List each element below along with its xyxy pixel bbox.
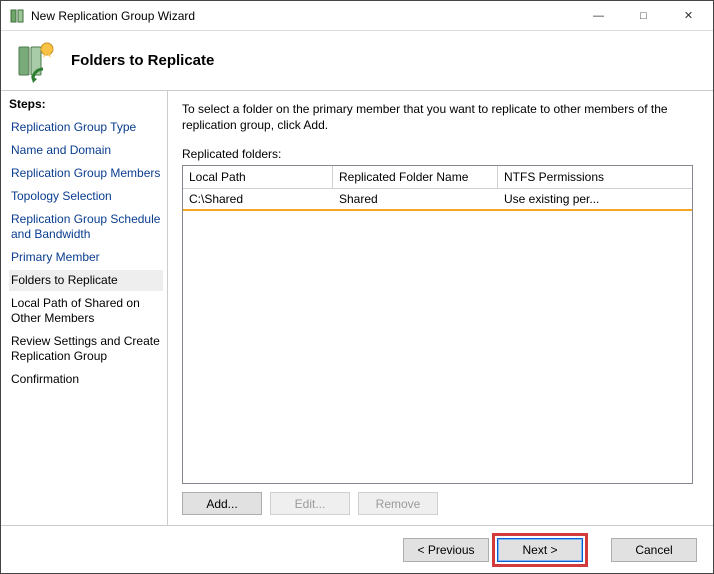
page-title: Folders to Replicate: [71, 52, 214, 69]
maximize-button[interactable]: □: [621, 2, 666, 30]
sidebar-step[interactable]: Replication Group Type: [9, 117, 163, 138]
remove-button: Remove: [358, 492, 438, 515]
cancel-button[interactable]: Cancel: [611, 538, 697, 562]
app-icon: [9, 8, 25, 24]
add-button[interactable]: Add...: [182, 492, 262, 515]
next-button[interactable]: Next >: [497, 538, 583, 562]
wizard-icon: [13, 39, 57, 83]
column-header-ntfs[interactable]: NTFS Permissions: [498, 166, 638, 188]
page-description: To select a folder on the primary member…: [182, 101, 693, 133]
list-label: Replicated folders:: [182, 147, 693, 161]
sidebar-step: Review Settings and Create Replication G…: [9, 331, 163, 367]
sidebar-step[interactable]: Replication Group Schedule and Bandwidth: [9, 209, 163, 245]
wizard-body: Steps: Replication Group TypeName and Do…: [1, 91, 713, 525]
sidebar-step[interactable]: Topology Selection: [9, 186, 163, 207]
titlebar: New Replication Group Wizard — □ ✕: [1, 1, 713, 31]
window-title: New Replication Group Wizard: [31, 9, 576, 23]
wizard-window: New Replication Group Wizard — □ ✕ Folde…: [0, 0, 714, 574]
cell-replicated-name: Shared: [333, 189, 498, 209]
sidebar-step: Confirmation: [9, 369, 163, 390]
replicated-folders-grid[interactable]: Local Path Replicated Folder Name NTFS P…: [182, 165, 693, 484]
sidebar-step[interactable]: Replication Group Members: [9, 163, 163, 184]
cell-ntfs: Use existing per...: [498, 189, 638, 209]
wizard-header: Folders to Replicate: [1, 31, 713, 91]
previous-button[interactable]: < Previous: [403, 538, 489, 562]
folder-buttons-row: Add... Edit... Remove: [182, 492, 693, 515]
edit-button: Edit...: [270, 492, 350, 515]
close-button[interactable]: ✕: [666, 2, 711, 30]
minimize-button[interactable]: —: [576, 2, 621, 30]
sidebar-step[interactable]: Name and Domain: [9, 140, 163, 161]
grid-header: Local Path Replicated Folder Name NTFS P…: [183, 166, 692, 189]
steps-heading: Steps:: [9, 97, 163, 111]
sidebar-step[interactable]: Primary Member: [9, 247, 163, 268]
wizard-footer: < Previous Next > Cancel: [1, 525, 713, 573]
steps-sidebar: Steps: Replication Group TypeName and Do…: [1, 91, 168, 525]
sidebar-step: Folders to Replicate: [9, 270, 163, 291]
table-row[interactable]: C:\Shared Shared Use existing per...: [183, 189, 692, 211]
column-header-local-path[interactable]: Local Path: [183, 166, 333, 188]
cell-local-path: C:\Shared: [183, 189, 333, 209]
column-header-replicated-name[interactable]: Replicated Folder Name: [333, 166, 498, 188]
sidebar-step: Local Path of Shared on Other Members: [9, 293, 163, 329]
main-panel: To select a folder on the primary member…: [168, 91, 713, 525]
